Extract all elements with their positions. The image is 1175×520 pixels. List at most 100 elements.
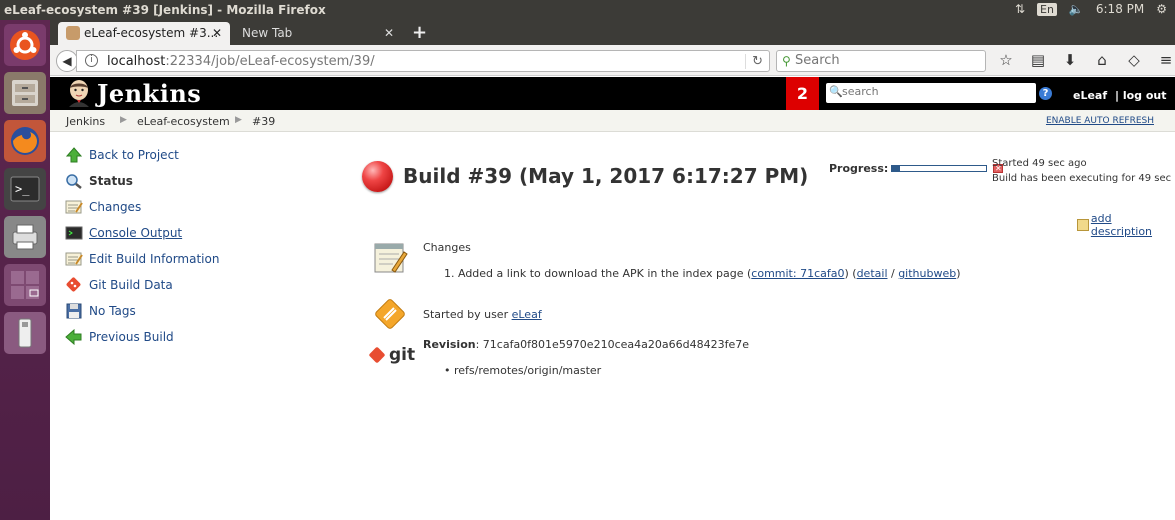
task-console-output[interactable]: Console Output (65, 223, 182, 243)
browser-tab-bar: eLeaf-ecosystem #3... ✕ New Tab ✕ + (50, 20, 1175, 45)
url-bar[interactable]: i localhost:22334/job/eLeaf-ecosystem/39… (76, 50, 770, 72)
build-progress: Progress: ✕ (829, 162, 1004, 175)
executing-text: Build has been executing for 49 sec (992, 173, 1172, 184)
keyboard-layout[interactable]: En (1037, 2, 1057, 16)
help-icon[interactable]: ? (1039, 87, 1052, 100)
task-changes[interactable]: Changes (65, 197, 141, 217)
revision: Revision: 71cafa0f801e5970e210cea4a20a66… (423, 338, 749, 351)
notepad-icon (65, 252, 83, 266)
menu-hamburger-icon[interactable]: ≡ (1156, 51, 1175, 69)
close-tab-icon[interactable]: ✕ (384, 26, 394, 40)
changes-notepad-icon (374, 243, 408, 273)
browser-search-input[interactable] (795, 53, 980, 68)
task-edit-build-information[interactable]: Edit Build Information (65, 249, 219, 269)
chevron-right-icon[interactable]: ▶ (235, 115, 242, 125)
jenkins-header: Jenkins 2 🔍 ? eLeaf | log out (50, 77, 1175, 110)
build-timing: Started 49 sec ago Build has been execut… (992, 156, 1171, 186)
build-status-ball-icon (362, 161, 393, 192)
progress-bar-fill (892, 166, 900, 171)
notepad-icon (65, 200, 83, 214)
task-previous-build[interactable]: Previous Build (65, 327, 174, 347)
settings-gear-icon[interactable]: ⚙ (1156, 2, 1167, 16)
githubweb-link[interactable]: githubweb (898, 267, 956, 280)
system-top-bar: eLeaf-ecosystem #39 [Jenkins] - Mozilla … (0, 0, 1175, 20)
workspace-switcher-icon (11, 271, 39, 299)
download-arrow-icon[interactable]: ⬇ (1060, 51, 1080, 69)
volume-icon[interactable]: 🔈 (1069, 2, 1084, 16)
ubuntu-logo-icon (10, 30, 40, 60)
breadcrumb: Jenkins ▶ eLeaf-ecosystem ▶ #39 ENABLE A… (50, 110, 1175, 132)
up-arrow-icon (65, 147, 83, 163)
page-title: Build #39 (May 1, 2017 6:17:27 PM) (403, 164, 809, 188)
notification-badge[interactable]: 2 (786, 77, 819, 110)
network-icon[interactable]: ⇅ (1015, 2, 1025, 16)
browser-search-box[interactable]: ⚲ (776, 50, 986, 72)
jenkins-butler-icon[interactable] (66, 79, 92, 107)
search-engine-icon[interactable]: ⚲ (782, 54, 791, 68)
notepad-pencil-icon (1077, 219, 1089, 231)
terminal-launcher[interactable]: >_ (4, 168, 46, 210)
enable-auto-refresh-link[interactable]: ENABLE AUTO REFRESH (1046, 116, 1154, 126)
git-logo-icon: git (368, 345, 415, 365)
git-icon (66, 277, 81, 292)
url-text[interactable]: localhost:22334/job/eLeaf-ecosystem/39/ (107, 54, 375, 69)
user-cause-icon (375, 299, 405, 329)
search-icon: 🔍 (829, 85, 843, 98)
printer-icon (12, 224, 38, 250)
save-icon (66, 303, 82, 319)
commit-link[interactable]: commit: 71cafa0 (751, 267, 844, 280)
new-tab-plus-icon[interactable]: + (412, 22, 427, 43)
detail-link[interactable]: detail (857, 267, 888, 280)
printer-launcher[interactable] (4, 216, 46, 258)
progress-bar[interactable] (891, 165, 988, 172)
window-title: eLeaf-ecosystem #39 [Jenkins] - Mozilla … (4, 3, 326, 17)
workspaces-launcher[interactable] (4, 264, 46, 306)
browser-nav-bar: ◀ i localhost:22334/job/eLeaf-ecosystem/… (50, 45, 1175, 76)
progress-label: Progress: (829, 162, 889, 175)
breadcrumb-item-build[interactable]: #39 (252, 115, 275, 128)
jenkins-logo-text[interactable]: Jenkins (97, 79, 201, 108)
breadcrumb-item-jenkins[interactable]: Jenkins (66, 115, 105, 128)
unity-launcher: >_ (0, 20, 50, 520)
usb-drive-launcher[interactable] (4, 312, 46, 354)
clock[interactable]: 6:18 PM (1096, 2, 1144, 16)
reload-icon[interactable]: ↻ (745, 54, 763, 69)
files-launcher[interactable] (4, 72, 46, 114)
changes-heading: Changes (423, 241, 471, 254)
reading-list-icon[interactable]: ▤ (1028, 51, 1048, 69)
task-git-build-data[interactable]: Git Build Data (65, 275, 173, 295)
user-link[interactable]: eLeaf (1073, 89, 1107, 102)
bookmark-star-icon[interactable]: ☆ (996, 51, 1016, 69)
home-icon[interactable]: ⌂ (1092, 51, 1112, 69)
breadcrumb-item-project[interactable]: eLeaf-ecosystem (137, 115, 230, 128)
file-cabinet-icon (12, 80, 38, 106)
chevron-right-icon[interactable]: ▶ (120, 115, 127, 125)
add-description-link[interactable]: add description (1077, 212, 1175, 238)
toolbar-icons: ☆ ▤ ⬇ ⌂ ◇ ≡ (996, 51, 1175, 69)
system-tray: ⇅ En 🔈 6:18 PM ⚙ (1015, 2, 1167, 16)
tab-jenkins-build[interactable]: eLeaf-ecosystem #3... ✕ (58, 22, 230, 45)
tab-label: New Tab (242, 26, 293, 40)
ubuntu-dash-button[interactable] (4, 24, 46, 66)
task-back-to-project[interactable]: Back to Project (65, 145, 179, 165)
git-diamond-icon (368, 346, 386, 364)
terminal-icon: >_ (10, 176, 40, 202)
tab-new-tab[interactable]: New Tab ✕ (232, 22, 402, 45)
task-status[interactable]: Status (65, 171, 133, 191)
jenkins-search-input[interactable] (842, 85, 1032, 98)
started-by-user-link[interactable]: eLeaf (512, 308, 542, 321)
pocket-icon[interactable]: ◇ (1124, 51, 1144, 69)
svg-text:>_: >_ (15, 182, 30, 196)
close-tab-icon[interactable]: ✕ (212, 26, 222, 40)
task-no-tags[interactable]: No Tags (65, 301, 136, 321)
firefox-launcher[interactable] (4, 120, 46, 162)
magnifier-icon (66, 174, 82, 189)
back-arrow-icon[interactable]: ◀ (56, 50, 78, 72)
left-arrow-icon (65, 329, 82, 345)
ref-list-item: • refs/remotes/origin/master (444, 364, 602, 377)
jenkins-favicon-icon (66, 26, 80, 40)
info-icon[interactable]: i (85, 54, 98, 67)
jenkins-search-box[interactable]: 🔍 (826, 83, 1036, 103)
started-text: Started 49 sec ago (992, 158, 1087, 169)
logout-link[interactable]: | log out (1115, 89, 1167, 102)
